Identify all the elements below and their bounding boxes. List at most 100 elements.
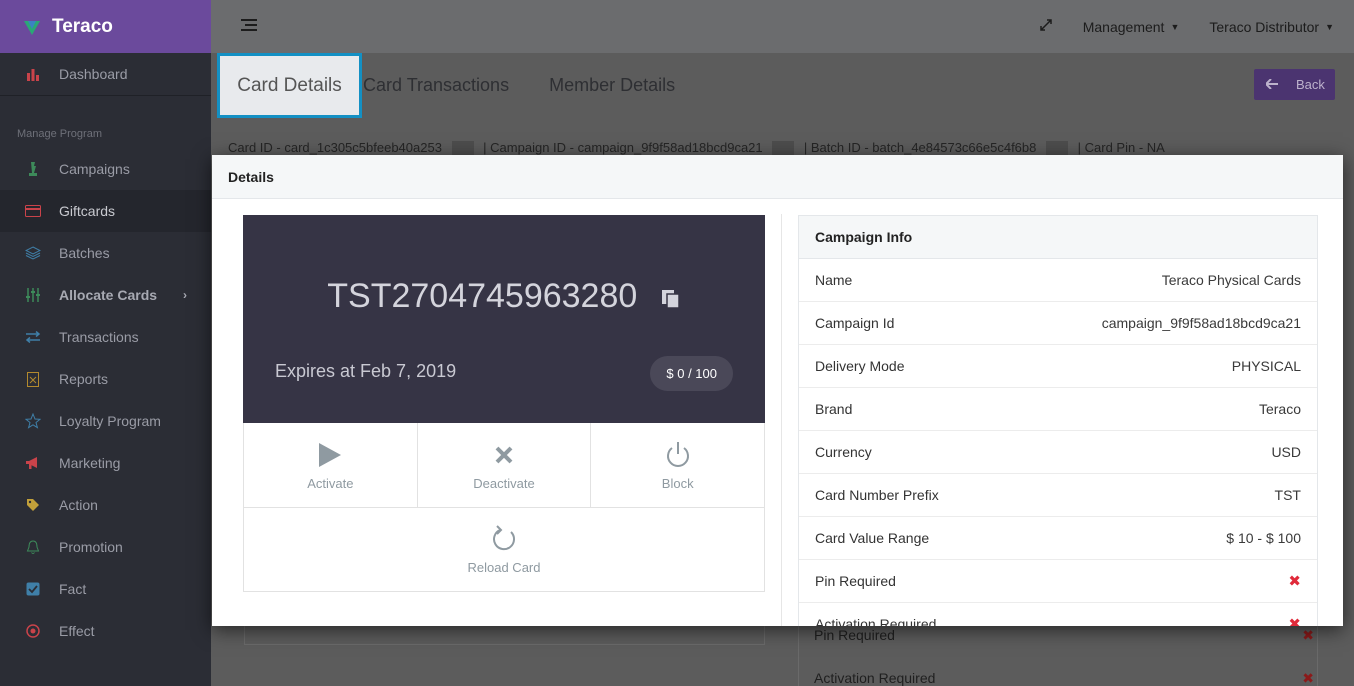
info-row-card-value-range: Card Value Range $ 10 - $ 100: [799, 517, 1317, 560]
info-label: Brand: [815, 401, 853, 417]
exchange-icon: [24, 328, 42, 346]
reload-icon: [491, 524, 517, 554]
brand-header[interactable]: Teraco: [0, 0, 211, 53]
sidebar-item-campaigns[interactable]: Campaigns: [0, 148, 211, 190]
info-row-pin-required: Pin Required ✖: [799, 560, 1317, 603]
sidebar-item-marketing[interactable]: Marketing: [0, 442, 211, 484]
checkbox-icon: [24, 580, 42, 598]
card-balance-badge: $ 0 / 100: [650, 356, 733, 391]
info-row-card-number-prefix: Card Number Prefix TST: [799, 474, 1317, 517]
brand-name: Teraco: [52, 15, 113, 37]
info-label: Name: [815, 272, 853, 288]
target-icon: [24, 622, 42, 640]
info-value: campaign_9f9f58ad18bcd9ca21: [1101, 315, 1301, 331]
close-icon: [494, 440, 514, 470]
activate-button[interactable]: Activate: [244, 423, 418, 507]
tab-member-details[interactable]: Member Details: [549, 75, 675, 96]
chess-piece-icon: [24, 160, 42, 178]
info-value: Teraco: [1258, 401, 1301, 417]
tag-icon: [24, 496, 42, 514]
sidebar-item-batches[interactable]: Batches: [0, 232, 211, 274]
info-value: $ 10 - $ 100: [1226, 530, 1301, 546]
caret-down-icon: ▼: [1170, 21, 1180, 32]
sidebar-item-label: Allocate Cards: [59, 287, 158, 303]
info-value: PHYSICAL: [1231, 358, 1301, 374]
card-panel-background: [244, 623, 765, 645]
copy-icon[interactable]: [661, 279, 681, 318]
sidebar-item-loyalty-program[interactable]: Loyalty Program: [0, 400, 211, 442]
column-divider: [781, 214, 782, 626]
card-actions: Activate Deactivate Block Reload Card: [243, 423, 765, 592]
sliders-icon: [24, 286, 42, 304]
sidebar-item-reports[interactable]: Reports: [0, 358, 211, 400]
distributor-label: Teraco Distributor: [1209, 18, 1320, 35]
sidebar-item-label: Campaigns: [59, 161, 130, 177]
sidebar-item-label: Dashboard: [59, 66, 128, 82]
gift-card-display: TST2704745963280 Expires at Feb 7, 2019 …: [243, 215, 765, 423]
back-button[interactable]: Back: [1254, 69, 1335, 100]
megaphone-icon: [24, 454, 42, 472]
activate-label: Activate: [307, 475, 354, 491]
activation-required-label: Activation Required: [814, 670, 936, 686]
chevron-right-icon: ›: [183, 288, 187, 302]
tab-card-details[interactable]: Card Details: [217, 53, 362, 118]
cross-icon: ✖: [1288, 616, 1301, 626]
info-value: Teraco Physical Cards: [1161, 272, 1301, 288]
sidebar-item-dashboard[interactable]: Dashboard: [0, 53, 211, 95]
credit-card-icon: [24, 202, 42, 220]
distributor-dropdown[interactable]: Teraco Distributor ▼: [1209, 19, 1334, 35]
sidebar-item-fact[interactable]: Fact: [0, 568, 211, 610]
sidebar-item-action[interactable]: Action: [0, 484, 211, 526]
sidebar-item-label: Batches: [59, 245, 110, 261]
details-modal: Details TST2704745963280 Expires at Feb …: [212, 155, 1343, 626]
tab-card-transactions[interactable]: Card Transactions: [363, 75, 509, 96]
sidebar-section-label: Manage Program: [17, 128, 102, 140]
info-value: USD: [1271, 444, 1301, 460]
sidebar-item-transactions[interactable]: Transactions: [0, 316, 211, 358]
sidebar-item-label: Reports: [59, 371, 109, 387]
cross-icon: ✖: [1288, 573, 1301, 590]
sidebar-item-giftcards[interactable]: Giftcards: [0, 190, 211, 232]
block-label: Block: [661, 475, 694, 491]
info-label: Delivery Mode: [815, 358, 905, 374]
sidebar-item-allocate-cards[interactable]: Allocate Cards ›: [0, 274, 211, 316]
management-dropdown[interactable]: Management ▼: [1083, 19, 1180, 35]
campaign-id-text: Campaign ID - campaign_9f9f58ad18bcd9ca2…: [490, 140, 763, 155]
sidebar-item-effect[interactable]: Effect: [0, 610, 211, 652]
info-row-campaign-id: Campaign Id campaign_9f9f58ad18bcd9ca21: [799, 302, 1317, 345]
sidebar-item-label: Effect: [59, 623, 95, 639]
sidebar-item-label: Marketing: [59, 455, 121, 471]
spreadsheet-icon: [24, 370, 42, 388]
info-value: TST: [1274, 487, 1301, 503]
bell-icon: [24, 538, 42, 556]
sidebar: Teraco Dashboard Manage Program Campaign…: [0, 0, 211, 686]
star-icon: [24, 412, 42, 430]
card-id-text: Card ID - card_1c305c5bfeeb40a253: [228, 140, 442, 155]
info-label: Card Number Prefix: [815, 487, 939, 503]
modal-title: Details: [212, 155, 1343, 199]
info-row-brand: Brand Teraco: [799, 388, 1317, 431]
fullscreen-icon[interactable]: [1039, 18, 1053, 35]
topbar: Management ▼ Teraco Distributor ▼: [211, 0, 1354, 53]
block-button[interactable]: Block: [591, 423, 764, 507]
sidebar-item-label: Promotion: [59, 539, 123, 555]
sidebar-item-promotion[interactable]: Promotion: [0, 526, 211, 568]
play-icon: [319, 440, 342, 470]
campaign-info-title: Campaign Info: [799, 216, 1317, 259]
info-row-delivery-mode: Delivery Mode PHYSICAL: [799, 345, 1317, 388]
cross-icon: ✖: [1302, 670, 1314, 686]
menu-toggle-icon[interactable]: [241, 18, 257, 36]
deactivate-label: Deactivate: [473, 475, 535, 491]
info-label: Pin Required: [815, 573, 896, 589]
cross-icon: ✖: [1302, 627, 1314, 643]
bar-chart-icon: [24, 65, 42, 83]
reload-card-label: Reload Card: [467, 560, 541, 575]
card-expiry: Expires at Feb 7, 2019: [275, 361, 457, 381]
deactivate-button[interactable]: Deactivate: [418, 423, 592, 507]
reload-card-button[interactable]: Reload Card: [244, 508, 764, 591]
info-label: Activation Required: [815, 616, 937, 626]
campaign-info-panel: Campaign Info Name Teraco Physical Cards…: [798, 215, 1318, 626]
info-row-activation-required: Activation Required ✖: [799, 603, 1317, 626]
info-row-name: Name Teraco Physical Cards: [799, 259, 1317, 302]
sidebar-item-label: Action: [59, 497, 98, 513]
